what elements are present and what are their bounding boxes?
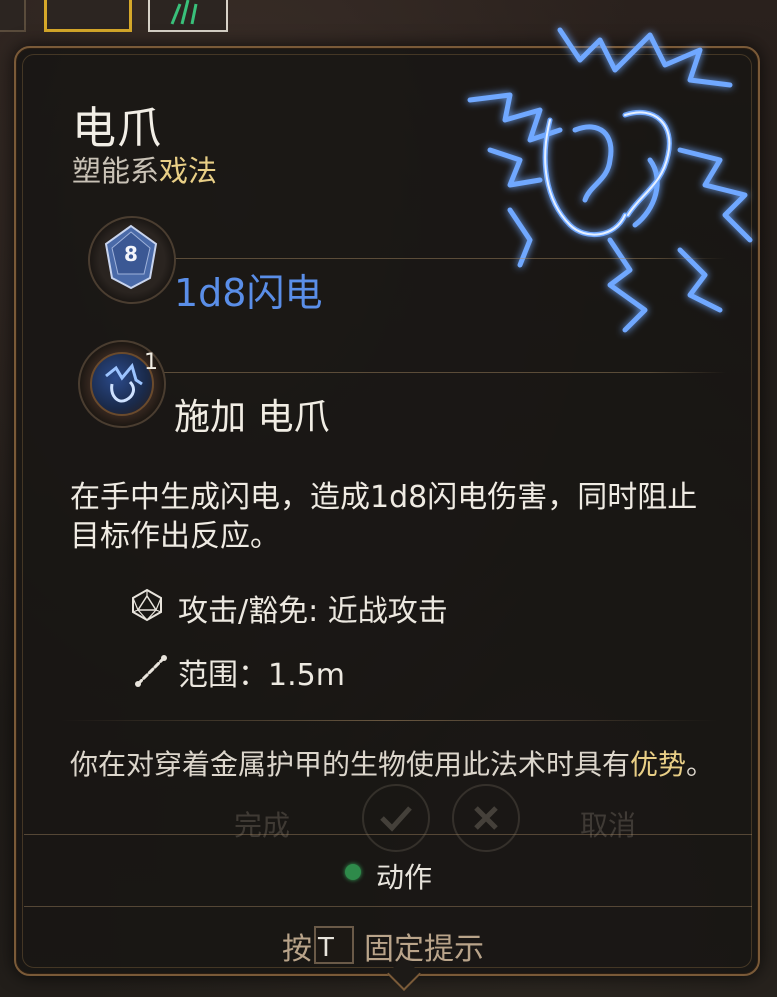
advantage-keyword: 优势	[630, 748, 687, 781]
spell-description: 在手中生成闪电，造成1d8闪电伤害，同时阻止目标作出反应。	[70, 480, 698, 554]
cast-spell-label: 施加 电爪	[174, 397, 330, 438]
pin-tooltip-key[interactable]: T	[314, 926, 354, 964]
action-resource-icon	[345, 864, 361, 880]
spell-slot-count: 1	[144, 350, 158, 375]
d20-icon	[132, 588, 162, 622]
range-icon	[135, 655, 167, 687]
background-confirm-button	[362, 784, 430, 852]
spell-title: 电爪	[72, 103, 162, 154]
spell-school: 塑能系戏法	[72, 148, 217, 190]
note-end: 。	[686, 748, 715, 781]
damage-row-line	[86, 258, 726, 259]
section-divider	[60, 720, 718, 721]
cast-row-line	[86, 372, 726, 373]
action-type-label: 动作	[376, 861, 433, 894]
die-face-number: 8	[124, 242, 138, 266]
claw-icon	[170, 0, 198, 25]
pin-hint-prefix: 按	[282, 932, 312, 967]
advantage-note: 你在对穿着金属护甲的生物使用此法术时具有优势。	[70, 748, 720, 782]
hotbar-slot-selected[interactable]	[44, 0, 132, 32]
note-text: 你在对穿着金属护甲的生物使用此法术时具有	[70, 748, 631, 781]
range-text: 范围：1.5m	[178, 658, 345, 693]
school-name: 塑能系	[72, 154, 160, 188]
background-cancel-label: 取消	[580, 809, 637, 842]
background-cancel-button	[452, 784, 520, 852]
attack-save-text: 攻击/豁免: 近战攻击	[178, 594, 448, 629]
damage-value: 1d8闪电	[174, 271, 323, 315]
shocking-grasp-art	[467, 27, 753, 333]
spell-level-type: 戏法	[159, 154, 218, 188]
hotbar-slot[interactable]	[0, 0, 26, 32]
background-confirm-label: 完成	[234, 809, 291, 842]
hotbar-slot-electric-claw[interactable]	[148, 0, 228, 32]
footer-divider	[24, 906, 752, 907]
pin-hint-text: 固定提示	[364, 932, 484, 967]
action-divider	[24, 834, 752, 835]
